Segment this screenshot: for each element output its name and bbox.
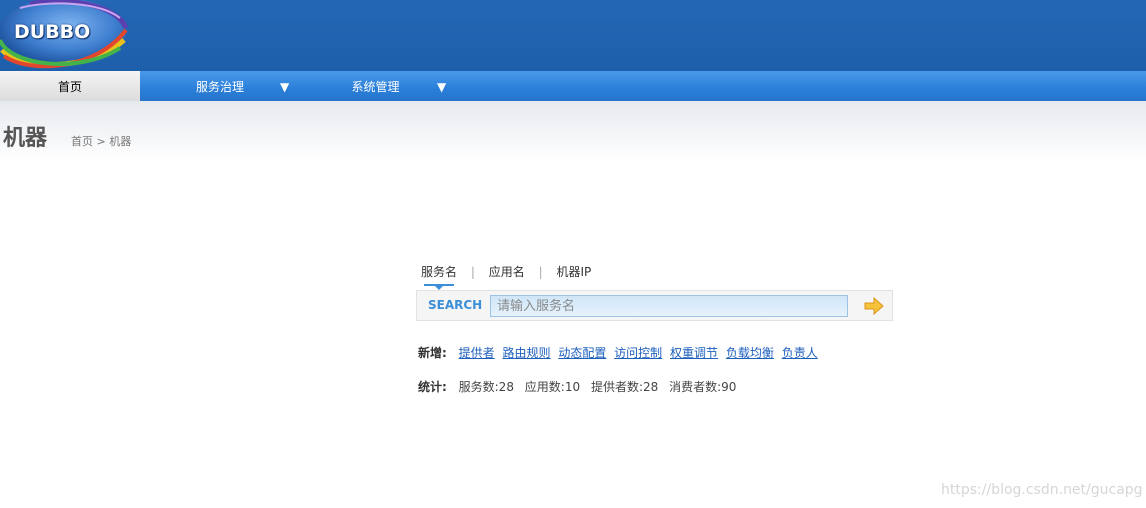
title-band [0, 101, 1146, 161]
tab-application-name[interactable]: 应用名 [489, 263, 525, 280]
page-title: 机器 [3, 126, 48, 151]
add-access-control-link[interactable]: 访问控制 [614, 346, 662, 360]
nav-item-label: 系统管理 [351, 80, 400, 94]
stats-row: 统计: 服务数:28 应用数:10 提供者数:28 消费者数:90 [418, 378, 743, 395]
add-dynamic-config-link[interactable]: 动态配置 [558, 346, 606, 360]
triangle-down-icon[interactable]: ▼ [437, 71, 446, 101]
tab-machine-ip[interactable]: 机器IP [556, 263, 591, 280]
search-input[interactable] [490, 295, 848, 317]
nav-item-system-management[interactable]: 系统管理 [328, 71, 423, 101]
add-label: 新增: [418, 346, 447, 360]
logo-text: DUBBO [14, 21, 91, 43]
tab-separator: | [470, 265, 475, 279]
stats-label: 统计: [418, 380, 447, 394]
add-load-balance-link[interactable]: 负载均衡 [726, 346, 774, 360]
add-owner-link[interactable]: 负责人 [782, 346, 818, 360]
breadcrumb: 首页 > 机器 [71, 133, 131, 149]
nav-item-label: 服务治理 [195, 80, 244, 94]
tab-separator: | [538, 265, 543, 279]
add-weight-link[interactable]: 权重调节 [670, 346, 718, 360]
add-route-rule-link[interactable]: 路由规则 [502, 346, 550, 360]
main-nav: 首页 服务治理 ▼ 系统管理 ▼ [0, 71, 1146, 101]
search-box: SEARCH [416, 290, 893, 321]
nav-item-home[interactable]: 首页 [0, 71, 140, 101]
add-provider-link[interactable]: 提供者 [459, 346, 495, 360]
stat-services: 服务数:28 [458, 380, 514, 394]
breadcrumb-current: 机器 [109, 135, 132, 148]
search-tabs: 服务名 | 应用名 | 机器IP [421, 263, 591, 290]
breadcrumb-home[interactable]: 首页 [71, 135, 93, 148]
nav-item-service-governance[interactable]: 服务治理 [170, 71, 270, 101]
breadcrumb-separator: > [96, 135, 106, 148]
dubbo-logo[interactable]: DUBBO [0, 0, 130, 70]
triangle-down-icon[interactable]: ▼ [280, 71, 289, 101]
tab-service-name[interactable]: 服务名 [421, 263, 457, 290]
search-label: SEARCH [428, 298, 483, 312]
watermark: https://blog.csdn.net/gucapg [941, 482, 1143, 498]
add-links-row: 新增: 提供者 路由规则 动态配置 访问控制 权重调节 负载均衡 负责人 [418, 344, 822, 361]
nav-item-label: 首页 [57, 80, 82, 94]
stat-consumers: 消费者数:90 [669, 380, 737, 394]
stat-providers: 提供者数:28 [590, 380, 659, 394]
stat-applications: 应用数:10 [524, 380, 581, 394]
header-bar: DUBBO [0, 0, 1146, 71]
arrow-right-icon[interactable] [863, 296, 885, 316]
